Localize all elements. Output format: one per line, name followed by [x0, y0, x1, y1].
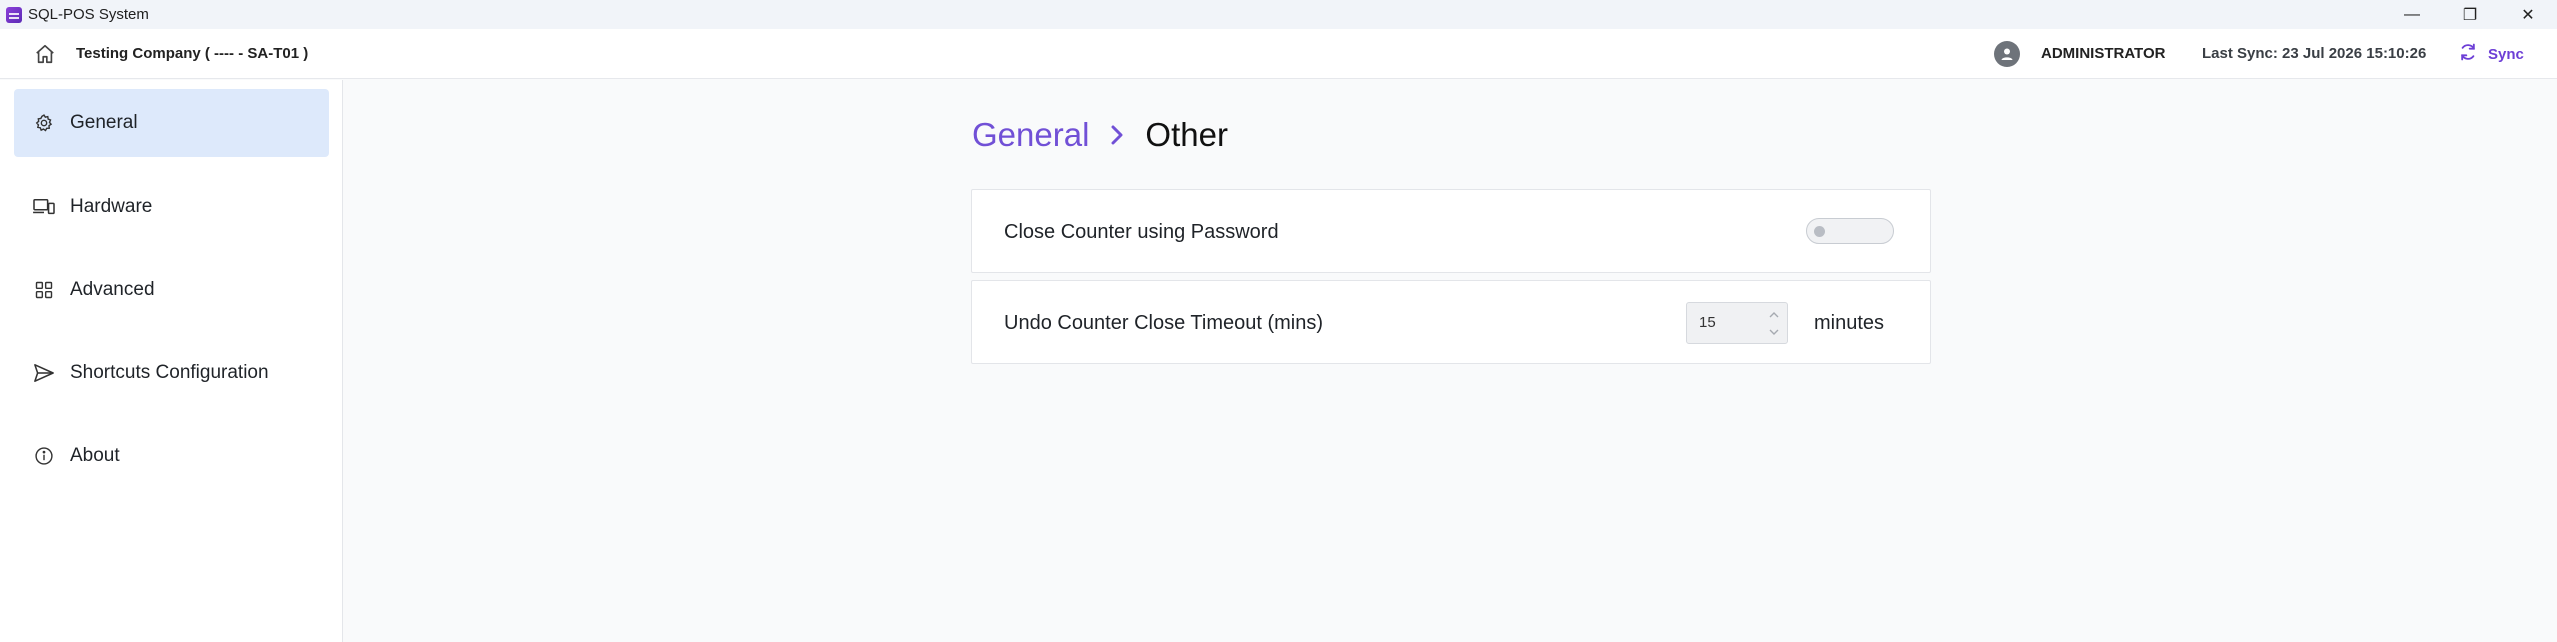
devices-icon: [32, 195, 56, 219]
undo-timeout-value: 15: [1699, 314, 1716, 331]
sync-icon: [2458, 42, 2478, 66]
breadcrumb: General Other: [972, 110, 1228, 160]
undo-timeout-input[interactable]: 15: [1686, 302, 1788, 344]
sidebar-item-general[interactable]: General: [14, 89, 329, 157]
sidebar-item-label: Advanced: [70, 279, 155, 300]
sidebar-item-hardware[interactable]: Hardware: [14, 173, 329, 241]
last-sync-status: Last Sync: 23 Jul 2026 15:10:26: [2202, 45, 2427, 62]
grid-icon: [32, 278, 56, 302]
setting-close-counter-card: Close Counter using Password: [971, 189, 1931, 273]
title-bar: SQL-POS System — ❐ ✕: [0, 0, 2557, 29]
window-controls: — ❐ ✕: [2383, 0, 2557, 29]
minimize-button[interactable]: —: [2383, 0, 2441, 29]
toggle-knob: [1814, 226, 1825, 237]
gear-icon: [32, 111, 56, 135]
sidebar-item-advanced[interactable]: Advanced: [14, 256, 329, 324]
sync-button[interactable]: Sync: [2458, 40, 2524, 68]
restore-button[interactable]: ❐: [2441, 0, 2499, 29]
chevron-down-icon[interactable]: [1767, 325, 1781, 339]
sidebar-item-shortcuts[interactable]: Shortcuts Configuration: [14, 339, 329, 407]
app-header: Testing Company ( ---- - SA-T01 ) ADMINI…: [0, 29, 2557, 79]
breadcrumb-parent-link[interactable]: General: [972, 116, 1089, 154]
sidebar-item-label: Shortcuts Configuration: [70, 362, 269, 383]
user-name[interactable]: ADMINISTRATOR: [2041, 29, 2165, 79]
home-icon[interactable]: [34, 43, 56, 65]
send-icon: [32, 361, 56, 385]
close-counter-toggle[interactable]: [1806, 218, 1894, 244]
setting-undo-timeout-card: Undo Counter Close Timeout (mins) 15 min…: [971, 280, 1931, 364]
chevron-right-icon: [1107, 124, 1129, 146]
undo-timeout-label: Undo Counter Close Timeout (mins): [1004, 312, 1324, 334]
sidebar-item-label: About: [70, 445, 120, 466]
sidebar: General Hardware Advanced Shortcuts Conf…: [0, 80, 343, 642]
close-window-button[interactable]: ✕: [2499, 0, 2557, 29]
sidebar-item-label: Hardware: [70, 196, 153, 217]
app-logo-icon: [6, 6, 22, 23]
close-counter-label: Close Counter using Password: [1004, 221, 1279, 243]
user-avatar-icon[interactable]: [1994, 41, 2020, 67]
sync-label: Sync: [2488, 45, 2524, 63]
undo-timeout-unit: minutes: [1814, 312, 1885, 334]
company-name: Testing Company ( ---- - SA-T01 ): [76, 45, 309, 62]
window-title: SQL-POS System: [28, 6, 149, 23]
page-title: Other: [1145, 116, 1228, 153]
chevron-up-icon[interactable]: [1767, 308, 1781, 322]
sidebar-item-about[interactable]: About: [14, 422, 329, 490]
info-icon: [32, 444, 56, 468]
sidebar-item-label: General: [70, 112, 138, 133]
